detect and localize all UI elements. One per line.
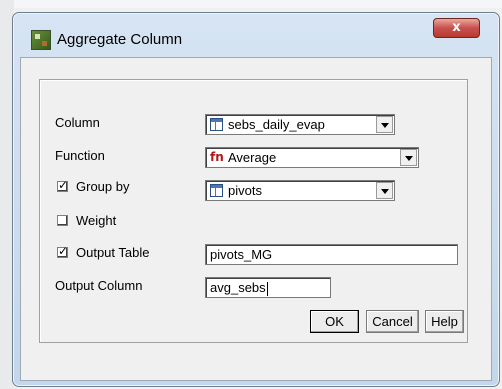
app-icon [31,30,51,50]
function-select[interactable]: fn Average [205,147,419,168]
chevron-down-icon[interactable] [376,182,393,199]
column-label: Column [55,115,100,130]
cancel-button[interactable]: Cancel [366,310,419,333]
aggregate-column-dialog: Aggregate Column x Column sebs_daily_eva… [12,12,500,387]
output-column-label: Output Column [55,278,143,293]
output-column-value: avg_sebs [210,280,266,295]
help-button[interactable]: Help [425,310,464,333]
output-table-checkbox[interactable] [57,244,68,258]
chevron-down-icon[interactable] [400,149,417,166]
background-strip [0,0,502,8]
dialog-title: Aggregate Column [57,31,183,48]
column-select-value: sebs_daily_evap [228,117,325,132]
weight-checkbox[interactable] [57,215,68,226]
ok-button[interactable]: OK [310,310,359,333]
dialog-client-area: Column sebs_daily_evap Function fn Avera… [20,57,492,381]
function-label: Function [55,148,105,163]
text-cursor [266,281,268,296]
weight-label: Weight [76,213,117,228]
options-panel: Column sebs_daily_evap Function fn Avera… [39,79,468,343]
title-bar[interactable]: Aggregate Column x [13,13,499,55]
output-table-input[interactable]: pivots_MG [205,244,458,265]
group-by-select[interactable]: pivots [205,180,395,201]
function-icon: fn [210,150,224,164]
group-by-label: Group by [76,179,130,194]
output-table-label: Output Table [76,245,150,260]
table-icon [210,184,223,197]
chevron-down-icon[interactable] [376,116,393,133]
column-select[interactable]: sebs_daily_evap [205,114,395,135]
output-column-input[interactable]: avg_sebs [205,277,331,298]
group-by-select-value: pivots [228,183,262,198]
group-by-checkbox[interactable] [57,178,68,192]
table-icon [210,118,223,131]
close-button[interactable]: x [433,18,480,38]
function-select-value: Average [228,150,277,165]
